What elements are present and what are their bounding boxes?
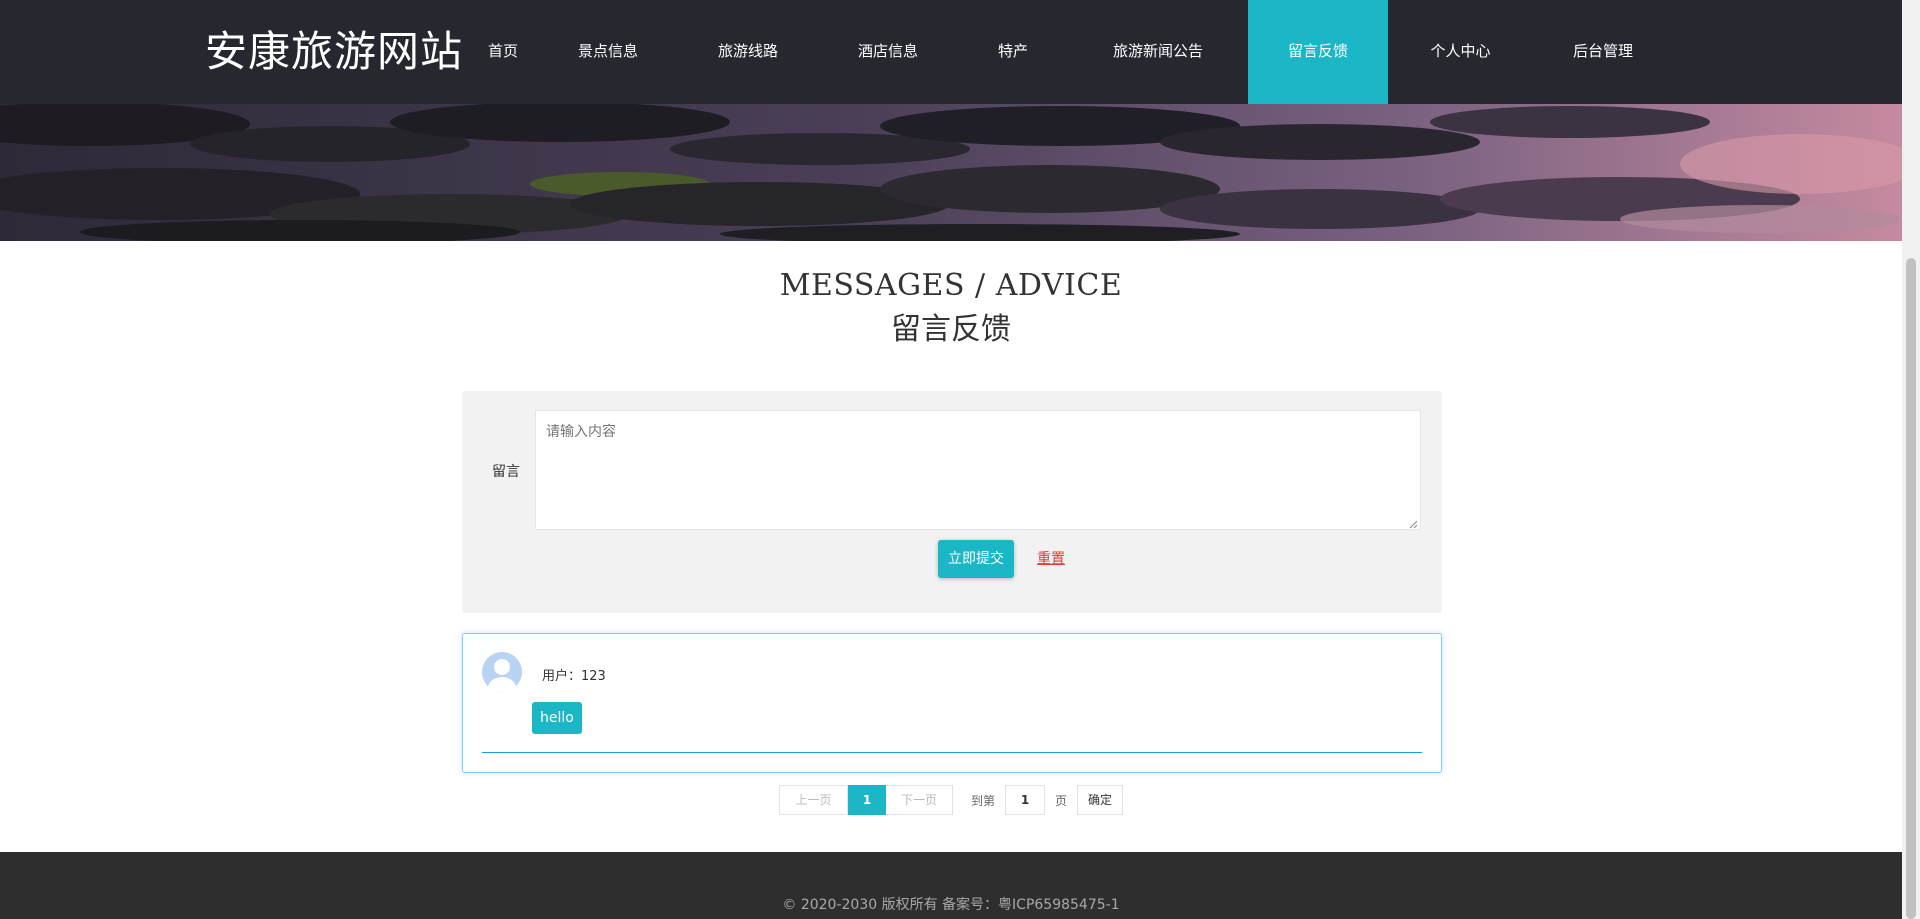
nav-item-specialties[interactable]: 特产	[958, 0, 1068, 104]
message-form: 留言 立即提交 重置	[462, 391, 1442, 613]
site-logo[interactable]: 安康旅游网站	[205, 26, 463, 78]
page-footer: © 2020-2030 版权所有 备案号：粤ICP65985475-1	[0, 852, 1902, 919]
message-item: 用户：123 hello	[462, 633, 1442, 773]
message-content: hello	[532, 702, 582, 734]
nav-item-hotels[interactable]: 酒店信息	[818, 0, 958, 104]
nav-item-feedback[interactable]: 留言反馈	[1248, 0, 1388, 104]
page-number-current[interactable]: 1	[848, 785, 886, 815]
prev-page-button[interactable]: 上一页	[779, 785, 848, 815]
submit-button[interactable]: 立即提交	[938, 540, 1014, 578]
resize-grip-icon[interactable]	[1408, 519, 1418, 529]
nav-item-news[interactable]: 旅游新闻公告	[1068, 0, 1248, 104]
page-title-cn: 留言反馈	[891, 312, 1011, 347]
scrollbar-thumb[interactable]	[1906, 258, 1916, 919]
page-scrollbar[interactable]	[1902, 0, 1920, 919]
nav-item-profile[interactable]: 个人中心	[1388, 0, 1533, 104]
banner-image	[0, 104, 1902, 241]
nav-item-attractions[interactable]: 景点信息	[538, 0, 678, 104]
message-divider	[482, 752, 1422, 753]
nav-item-home[interactable]: 首页	[468, 0, 538, 104]
page-unit-label: 页	[1055, 793, 1068, 808]
banner-landscape	[0, 104, 1902, 241]
message-label: 留言	[492, 464, 520, 480]
goto-confirm-button[interactable]: 确定	[1077, 785, 1124, 815]
message-user: 用户：123	[542, 669, 606, 684]
main-nav: 首页 景点信息 旅游线路 酒店信息 特产 旅游新闻公告 留言反馈 个人中心 后台…	[468, 0, 1673, 104]
pagination: 上一页 1 下一页 到第 1 页 确定	[779, 785, 1124, 815]
goto-page-input[interactable]: 1	[1005, 785, 1046, 815]
footer-copyright: © 2020-2030 版权所有 备案号：粤ICP65985475-1	[782, 897, 1120, 913]
user-avatar-icon	[482, 652, 522, 692]
goto-label: 到第	[971, 793, 996, 808]
reset-button[interactable]: 重置	[1037, 540, 1065, 578]
next-page-button[interactable]: 下一页	[886, 785, 953, 815]
nav-item-admin[interactable]: 后台管理	[1533, 0, 1673, 104]
page-title-en: MESSAGES / ADVICE	[779, 268, 1123, 303]
top-header: 安康旅游网站 首页 景点信息 旅游线路 酒店信息 特产 旅游新闻公告 留言反馈 …	[0, 0, 1902, 104]
nav-item-routes[interactable]: 旅游线路	[678, 0, 818, 104]
message-textarea[interactable]	[535, 410, 1421, 530]
